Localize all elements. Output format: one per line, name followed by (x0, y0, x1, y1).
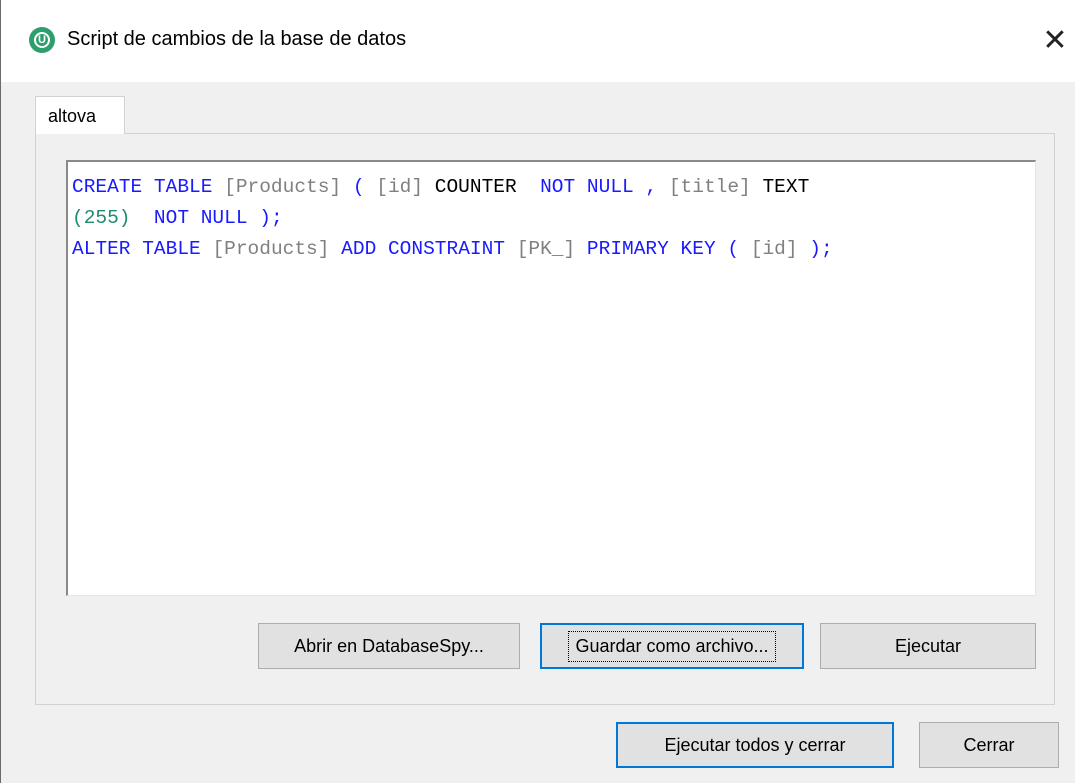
code-token: NOT NULL , (528, 176, 669, 198)
code-token: CREATE TABLE (72, 176, 225, 198)
code-token: [Products] (212, 238, 330, 260)
code-token: ALTER TABLE (72, 238, 213, 260)
code-token: [PK_] (516, 238, 576, 260)
tab-altova[interactable]: altova (35, 96, 125, 134)
code-token: ADD CONSTRAINT (329, 238, 517, 260)
close-button[interactable]: Cerrar (919, 722, 1059, 768)
code-token: [Products] (224, 176, 342, 198)
code-token: COUNTER (423, 176, 529, 198)
code-token: (255) (72, 207, 131, 229)
code-token: TEXT (750, 176, 810, 198)
sql-script-editor[interactable]: CREATE TABLE [Products] ( [id] COUNTER N… (66, 160, 1036, 596)
title-bar: U Script de cambios de la base de datos … (1, 0, 1075, 82)
code-token: [id] (750, 238, 798, 260)
window-title: Script de cambios de la base de datos (67, 28, 407, 50)
save-as-file-button[interactable]: Guardar como archivo... (540, 623, 804, 669)
code-token: [title] (668, 176, 751, 198)
code-token: NOT NULL ); (130, 207, 283, 229)
app-logo-icon: U (29, 27, 55, 53)
database-change-script-dialog: U Script de cambios de la base de datos … (0, 0, 1075, 783)
code-token: [id] (376, 176, 424, 198)
app-logo-glyph: U (34, 32, 50, 48)
code-line: CREATE TABLE [Products] ( [id] COUNTER N… (72, 172, 1031, 203)
code-line: ALTER TABLE [Products] ADD CONSTRAINT [P… (72, 234, 1031, 265)
execute-all-and-close-button[interactable]: Ejecutar todos y cerrar (616, 722, 894, 768)
execute-button[interactable]: Ejecutar (820, 623, 1036, 669)
save-as-file-label: Guardar como archivo... (568, 630, 776, 662)
code-token: ( (341, 176, 377, 198)
code-token: PRIMARY KEY ( (575, 238, 751, 260)
open-in-databasespy-button[interactable]: Abrir en DatabaseSpy... (258, 623, 520, 669)
code-line: (255) NOT NULL ); (72, 203, 1031, 234)
code-token: ); (797, 238, 833, 260)
close-icon[interactable]: ✕ (1039, 22, 1071, 58)
